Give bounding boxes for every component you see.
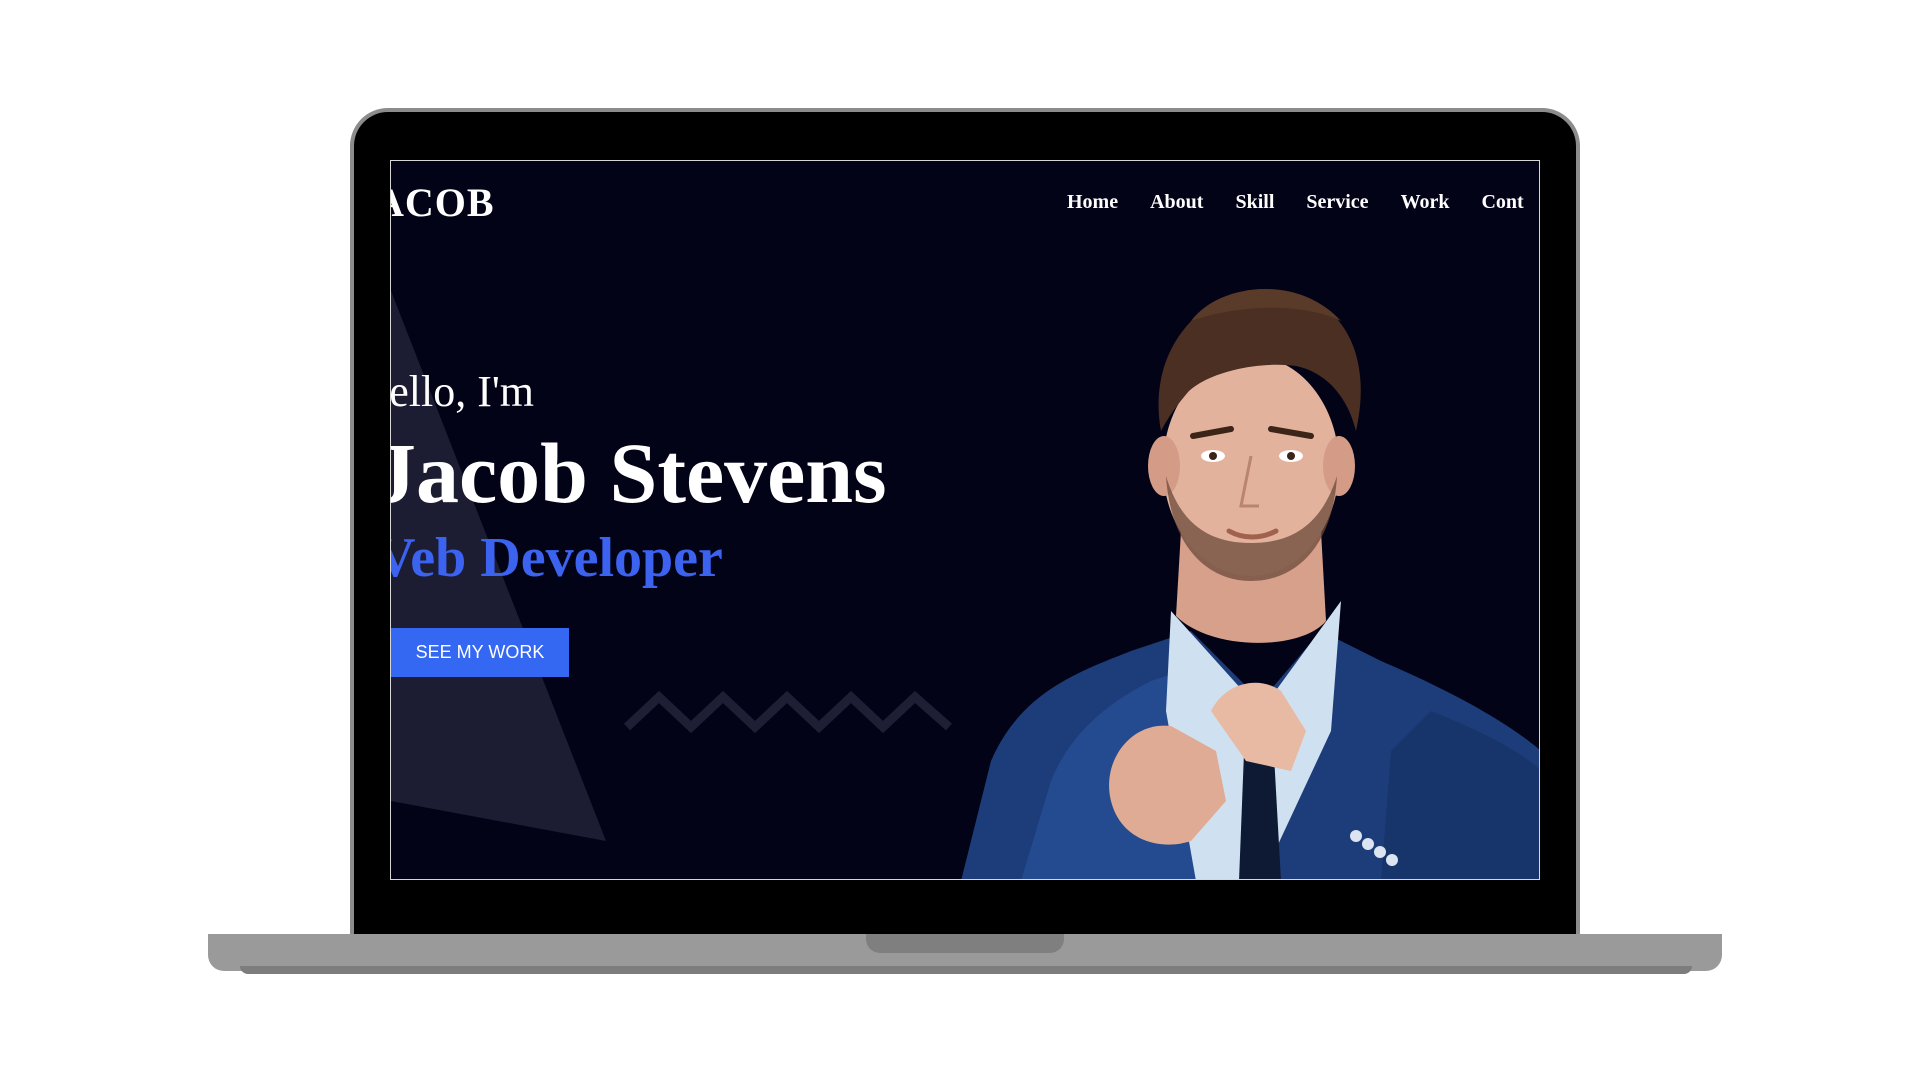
hero-role: Veb Developer xyxy=(390,527,723,589)
zigzag-decoration xyxy=(623,690,952,734)
nav-work[interactable]: Work xyxy=(1401,191,1450,214)
nav-contact[interactable]: Cont xyxy=(1481,191,1523,214)
see-my-work-button[interactable]: SEE MY WORK xyxy=(391,628,569,677)
laptop-base-shadow xyxy=(240,966,1692,974)
nav-home[interactable]: Home xyxy=(1067,191,1118,214)
nav-skill[interactable]: Skill xyxy=(1235,191,1274,214)
main-nav: Home About Skill Service Work Cont xyxy=(1067,191,1524,214)
nav-service[interactable]: Service xyxy=(1306,191,1368,214)
portrait-photo xyxy=(961,288,1539,879)
hero-name: Jacob Stevens xyxy=(390,425,887,521)
mockup-stage: ACOB Home About Skill Service Work Cont … xyxy=(0,0,1920,1080)
nav-about[interactable]: About xyxy=(1150,191,1203,214)
brand-logo[interactable]: ACOB xyxy=(391,179,495,226)
hero-greeting: lello, I'm xyxy=(390,367,535,416)
laptop-notch xyxy=(866,934,1064,953)
laptop-screen: ACOB Home About Skill Service Work Cont … xyxy=(390,160,1540,880)
